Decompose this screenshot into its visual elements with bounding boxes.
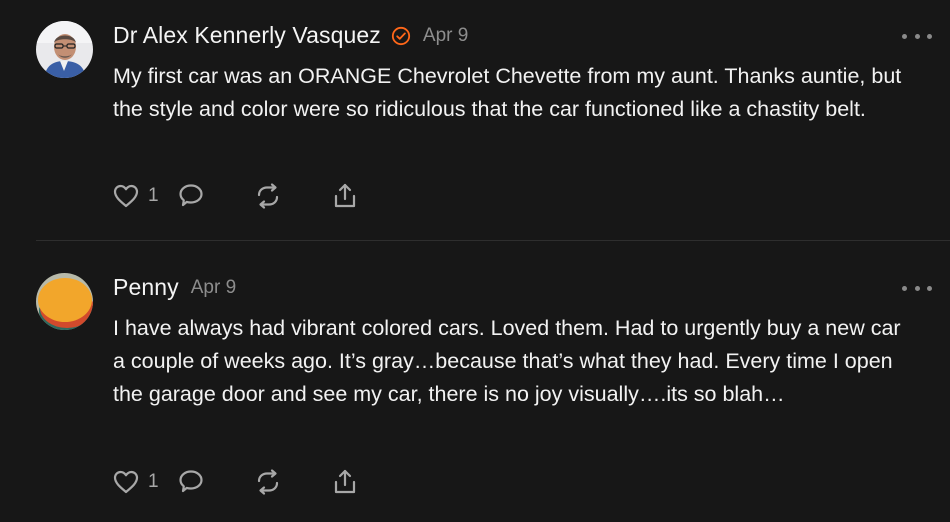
comment-actions: 1	[110, 466, 361, 498]
comment-feed: Dr Alex Kennerly Vasquez Apr 9 My first …	[0, 0, 950, 522]
like-button[interactable]: 1	[110, 466, 175, 498]
restack-button[interactable]	[252, 466, 329, 498]
share-icon	[334, 183, 356, 208]
author-name[interactable]: Dr Alex Kennerly Vasquez	[113, 22, 381, 49]
restack-icon	[257, 469, 279, 495]
share-icon	[334, 469, 356, 494]
restack-button[interactable]	[252, 180, 329, 212]
more-options-icon[interactable]	[902, 280, 932, 296]
comment-icon	[179, 184, 203, 207]
more-options-icon[interactable]	[902, 28, 932, 44]
like-count: 1	[148, 185, 159, 206]
avatar[interactable]	[36, 273, 93, 330]
restack-icon	[257, 183, 279, 209]
comment-header: Dr Alex Kennerly Vasquez Apr 9	[113, 22, 468, 49]
comment-text: I have always had vibrant colored cars. …	[113, 316, 901, 406]
heart-icon	[113, 470, 139, 494]
comment-date[interactable]: Apr 9	[191, 277, 236, 299]
avatar[interactable]	[36, 21, 93, 78]
like-count: 1	[148, 471, 159, 492]
reply-button[interactable]	[175, 180, 252, 212]
comment-icon	[179, 470, 203, 493]
comment-divider	[36, 240, 950, 241]
heart-icon	[113, 184, 139, 208]
share-button[interactable]	[329, 466, 361, 498]
like-button[interactable]: 1	[110, 180, 175, 212]
comment-header: Penny Apr 9	[113, 274, 236, 301]
comment-date[interactable]: Apr 9	[423, 25, 468, 47]
reply-button[interactable]	[175, 466, 252, 498]
comment-actions: 1	[110, 180, 361, 212]
comment-text: My first car was an ORANGE Chevrolet Che…	[113, 64, 902, 121]
verified-badge-icon	[391, 26, 411, 46]
share-button[interactable]	[329, 180, 361, 212]
author-name[interactable]: Penny	[113, 274, 179, 301]
